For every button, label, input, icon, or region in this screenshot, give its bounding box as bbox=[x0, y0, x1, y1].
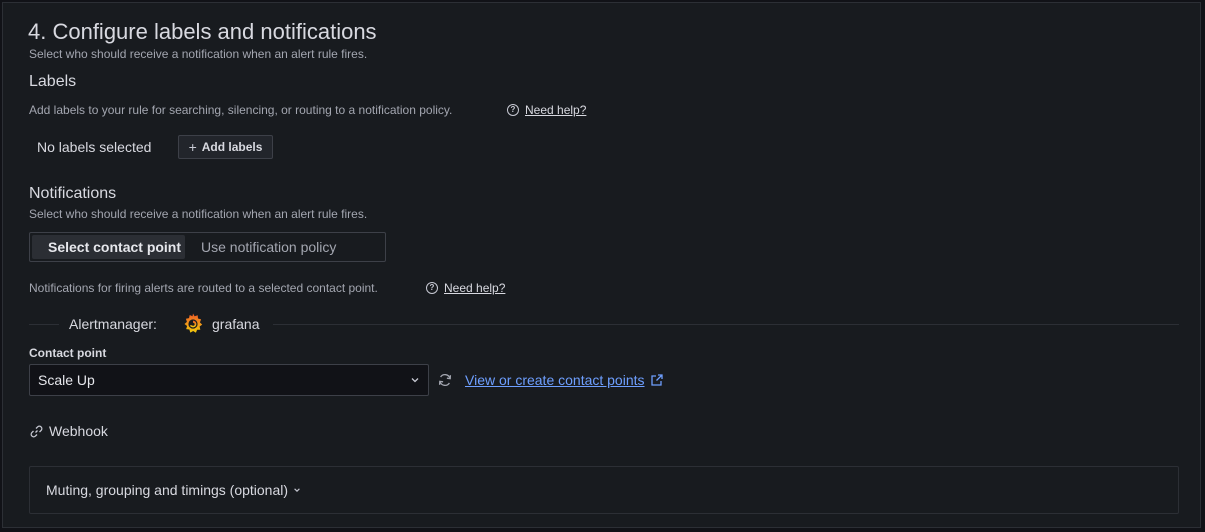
labels-description: Add labels to your rule for searching, s… bbox=[29, 103, 453, 117]
contact-point-value: Scale Up bbox=[38, 372, 95, 388]
section-title: 4. Configure labels and notifications bbox=[28, 19, 377, 44]
notifications-help-text[interactable]: Need help? bbox=[444, 281, 505, 295]
link-icon bbox=[30, 425, 43, 437]
notification-mode-radio-group: Select contact point Use notification po… bbox=[29, 232, 386, 262]
section-subtitle: Select who should receive a notification… bbox=[29, 47, 368, 61]
alertmanager-name: grafana bbox=[212, 316, 260, 332]
question-circle-icon: ? bbox=[507, 104, 519, 116]
question-circle-icon: ? bbox=[426, 282, 438, 294]
contact-point-label: Contact point bbox=[29, 346, 107, 360]
view-contact-points-link[interactable]: View or create contact points bbox=[465, 372, 664, 388]
notifications-description: Select who should receive a notification… bbox=[29, 207, 368, 221]
add-labels-label: Add labels bbox=[201, 140, 263, 154]
refresh-icon[interactable] bbox=[437, 372, 453, 388]
alertmanager-label: Alertmanager: bbox=[69, 316, 157, 332]
grafana-logo-icon bbox=[184, 313, 203, 333]
webhook-integration: Webhook bbox=[29, 423, 108, 439]
contact-point-select[interactable]: Scale Up bbox=[29, 364, 429, 396]
view-contact-points-text[interactable]: View or create contact points bbox=[465, 372, 645, 388]
section-panel: 4. Configure labels and notifications Se… bbox=[2, 2, 1201, 528]
muting-label: Muting, grouping and timings (optional) bbox=[46, 482, 289, 498]
labels-help-link[interactable]: ? Need help? bbox=[507, 103, 586, 117]
routing-description: Notifications for firing alerts are rout… bbox=[29, 281, 378, 295]
muting-grouping-collapse[interactable]: Muting, grouping and timings (optional) bbox=[29, 466, 1179, 514]
notifications-heading: Notifications bbox=[29, 185, 117, 202]
no-labels-text: No labels selected bbox=[37, 139, 152, 155]
add-labels-button[interactable]: + Add labels bbox=[178, 135, 273, 159]
select-contact-point-option[interactable]: Select contact point bbox=[32, 235, 185, 259]
notifications-help-link[interactable]: ? Need help? bbox=[426, 281, 505, 295]
divider-right bbox=[273, 324, 1179, 325]
labels-help-text[interactable]: Need help? bbox=[525, 103, 586, 117]
labels-heading: Labels bbox=[29, 73, 77, 90]
webhook-label: Webhook bbox=[49, 423, 108, 439]
use-notification-policy-option[interactable]: Use notification policy bbox=[185, 235, 352, 259]
plus-icon: + bbox=[188, 139, 197, 155]
divider-left bbox=[29, 324, 59, 325]
chevron-down-icon bbox=[294, 488, 300, 492]
external-link-icon bbox=[650, 374, 663, 386]
chevron-down-icon bbox=[411, 378, 419, 383]
